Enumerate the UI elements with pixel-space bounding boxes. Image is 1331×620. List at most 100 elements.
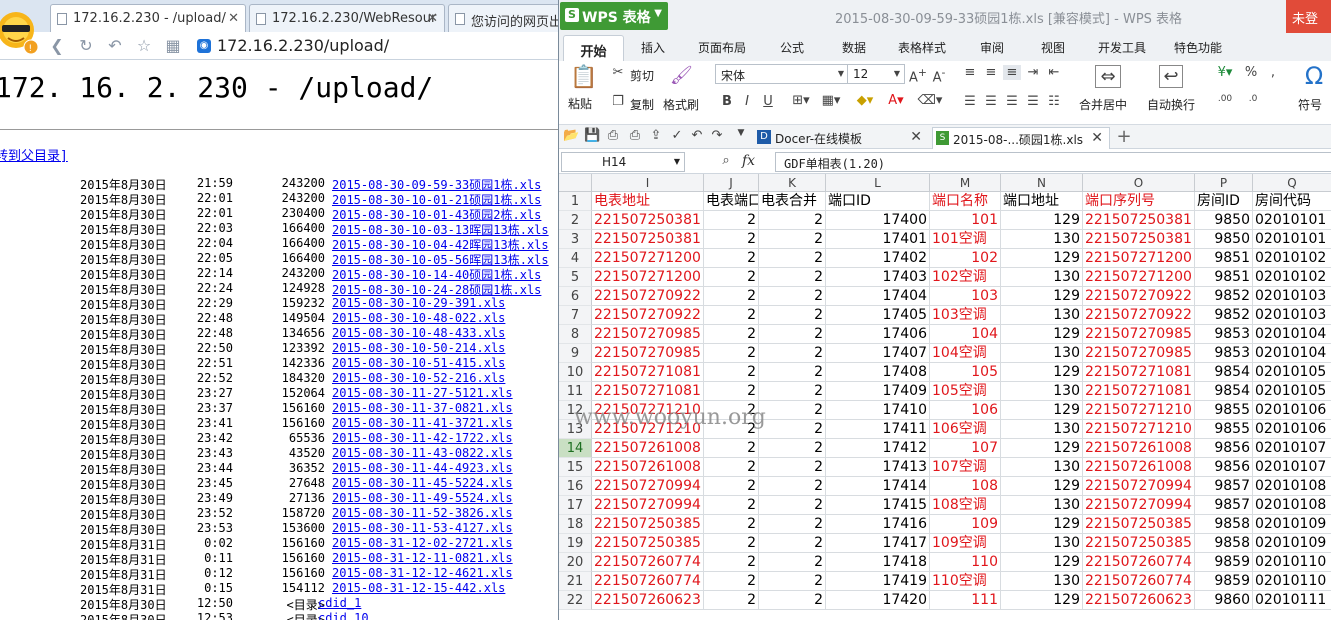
close-tab-icon[interactable]: ✕ [427,11,438,26]
column-header[interactable]: I [592,174,704,192]
file-link[interactable]: 2015-08-31-12-12-4621.xls [332,566,513,580]
table-cell[interactable]: 130 [1001,496,1083,515]
wps-app-menu-button[interactable]: S WPS 表格 ▼ [560,2,668,30]
cell-style-icon[interactable]: ▦▾ [818,93,844,108]
undo-icon[interactable]: ↶ [106,37,124,55]
file-link[interactable]: 2015-08-30-10-51-415.xls [332,356,505,370]
table-cell[interactable]: 2 [759,230,826,249]
table-cell[interactable]: 17403 [826,268,930,287]
table-cell[interactable]: 104 [930,325,1001,344]
table-cell[interactable]: 2 [704,211,759,230]
table-cell[interactable]: 02010110 [1253,572,1331,591]
table-cell[interactable]: 9853 [1195,325,1253,344]
table-cell[interactable]: 9859 [1195,572,1253,591]
file-link[interactable]: 2015-08-31-12-02-2721.xls [332,536,513,550]
row-header[interactable]: 2 [559,211,592,230]
fill-color-icon[interactable]: ◆▾ [852,93,878,108]
percent-icon[interactable]: % [1243,65,1259,80]
table-cell[interactable]: 2 [704,572,759,591]
table-cell[interactable]: 17405 [826,306,930,325]
table-cell[interactable]: 17414 [826,477,930,496]
table-cell[interactable]: 02010108 [1253,496,1331,515]
table-cell[interactable]: 2 [759,496,826,515]
table-cell[interactable]: 221507271081 [592,363,704,382]
table-cell[interactable]: 221507271081 [1083,363,1195,382]
increase-font-icon[interactable]: A+ [909,66,927,85]
table-cell[interactable]: 02010101 [1253,211,1331,230]
table-cell[interactable]: 221507270985 [592,325,704,344]
table-cell[interactable]: 221507260623 [1083,591,1195,610]
table-cell[interactable]: 9856 [1195,439,1253,458]
row-header[interactable]: 8 [559,325,592,344]
table-cell[interactable]: 130 [1001,534,1083,553]
close-tab-icon[interactable]: ✕ [228,11,239,26]
table-cell[interactable]: 02010110 [1253,553,1331,572]
table-cell[interactable]: 221507260774 [592,553,704,572]
row-header[interactable]: 20 [559,553,592,572]
undo-icon[interactable]: ↶ [689,128,705,143]
table-cell[interactable]: 221507260623 [592,591,704,610]
table-cell[interactable]: 02010105 [1253,382,1331,401]
currency-icon[interactable]: ¥▾ [1214,65,1236,80]
menu-insert[interactable]: 插入 [641,39,665,56]
table-cell[interactable]: 101空调 [930,230,1001,249]
table-cell[interactable]: 2 [759,287,826,306]
table-cell[interactable]: 221507261008 [1083,439,1195,458]
print-preview-icon[interactable]: ⎙ [605,128,621,143]
close-tab-icon[interactable]: ✕ [910,129,922,145]
table-cell[interactable]: 2 [759,515,826,534]
table-cell[interactable]: 221507261008 [592,458,704,477]
table-cell[interactable]: 221507270922 [592,306,704,325]
menu-home-tab[interactable]: 开始 [563,35,624,61]
table-cell[interactable]: 130 [1001,230,1083,249]
table-cell[interactable]: 17401 [826,230,930,249]
table-cell[interactable]: 221507260774 [592,572,704,591]
table-cell[interactable]: 02010105 [1253,363,1331,382]
table-cell[interactable]: 9859 [1195,553,1253,572]
row-header[interactable]: 3 [559,230,592,249]
table-cell[interactable]: 221507250381 [592,211,704,230]
align-center-icon[interactable]: ☰ [982,94,1000,109]
quick-access-menu-icon[interactable]: ▼ [733,128,749,138]
menu-view[interactable]: 视图 [1041,39,1065,56]
justify-icon[interactable]: ☰ [1024,94,1042,109]
table-cell[interactable]: 104空调 [930,344,1001,363]
table-cell[interactable]: 17400 [826,211,930,230]
table-cell[interactable]: 2 [704,325,759,344]
table-cell[interactable]: 129 [1001,477,1083,496]
table-cell[interactable]: 2 [704,249,759,268]
file-link[interactable]: 2015-08-30-10-50-214.xls [332,341,505,355]
table-cell[interactable]: 221507271200 [592,249,704,268]
column-header[interactable]: N [1001,174,1083,192]
table-cell[interactable]: 9850 [1195,211,1253,230]
file-link[interactable]: 2015-08-30-11-27-5121.xls [332,386,513,400]
auto-wrap-button[interactable]: 自动换行 [1147,96,1195,113]
header-cell[interactable]: 电表地址 [592,192,704,211]
column-header[interactable]: K [759,174,826,192]
row-header[interactable]: 14 [559,439,592,458]
function-icon[interactable]: fx [742,153,755,169]
table-cell[interactable]: 02010102 [1253,249,1331,268]
table-cell[interactable]: 17407 [826,344,930,363]
table-cell[interactable]: 9851 [1195,249,1253,268]
table-cell[interactable]: 221507271081 [592,382,704,401]
name-box[interactable]: H14 ▼ [561,152,685,172]
directory-link[interactable]: cdid_1 [318,596,361,610]
file-link[interactable]: 2015-08-31-12-11-0821.xls [332,551,513,565]
table-cell[interactable]: 221507270994 [1083,496,1195,515]
doc-tab-xls[interactable]: S 2015-08-...硕园1栋.xls ✕ [932,127,1110,149]
menu-review[interactable]: 审阅 [980,39,1004,56]
select-all-corner[interactable] [559,174,592,192]
table-cell[interactable]: 02010103 [1253,287,1331,306]
align-middle-icon[interactable]: ≡ [982,65,1000,80]
table-cell[interactable]: 9850 [1195,230,1253,249]
table-cell[interactable]: 129 [1001,591,1083,610]
table-cell[interactable]: 17419 [826,572,930,591]
header-cell[interactable]: 端口ID [826,192,930,211]
row-header[interactable]: 15 [559,458,592,477]
header-cell[interactable]: 端口序列号 [1083,192,1195,211]
row-header[interactable]: 11 [559,382,592,401]
header-cell[interactable]: 房间代码 [1253,192,1331,211]
file-link[interactable]: 2015-08-30-10-48-433.xls [332,326,505,340]
header-cell[interactable]: 房间ID [1195,192,1253,211]
